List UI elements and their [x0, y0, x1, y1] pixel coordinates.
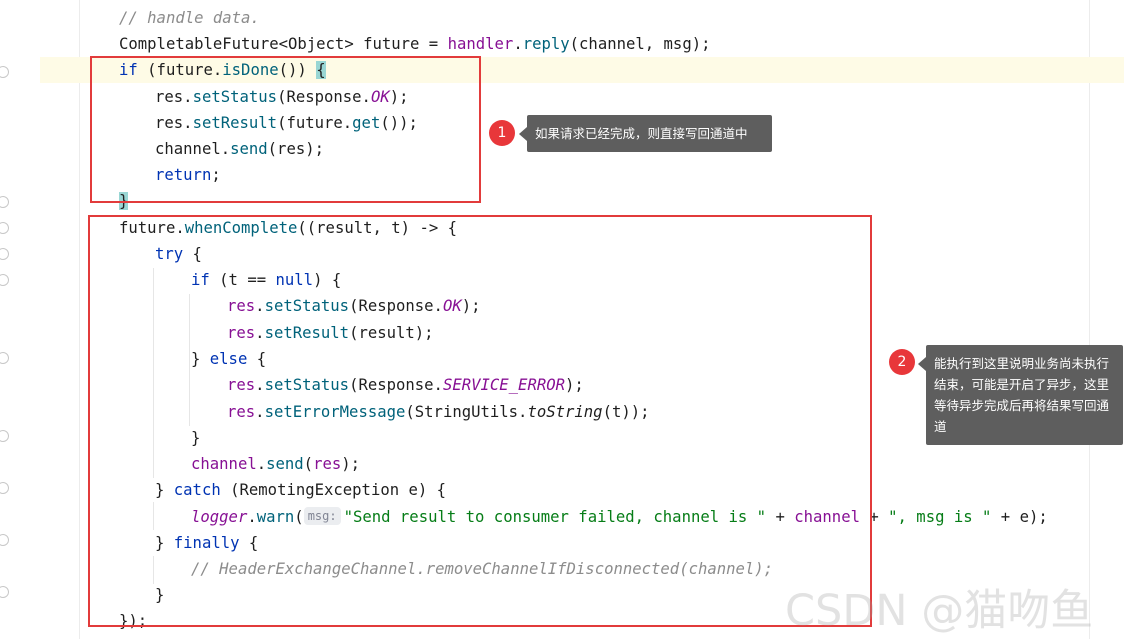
- annotation-tooltip-2: 能执行到这里说明业务尚未执行结束，可能是开启了异步，这里等待异步完成后再将结果写…: [918, 345, 1123, 445]
- fold-marker-icon[interactable]: [0, 352, 9, 364]
- fold-marker-icon[interactable]: [0, 482, 9, 494]
- watermark: CSDN @猫吻鱼: [785, 586, 1094, 636]
- annotation-tooltip-1: 如果请求已经完成，则直接写回通道中: [519, 115, 772, 152]
- fold-marker-icon[interactable]: [0, 534, 9, 546]
- fold-marker-icon[interactable]: [0, 430, 9, 442]
- code-line-2: CompletableFuture<Object> future = handl…: [119, 35, 711, 53]
- annotation-badge-2: 2: [889, 349, 915, 375]
- editor-gutter: [0, 0, 40, 639]
- fold-marker-icon[interactable]: [0, 274, 9, 286]
- fold-marker-icon[interactable]: [0, 196, 9, 208]
- fold-marker-icon[interactable]: [0, 222, 9, 234]
- fold-marker-icon[interactable]: [0, 586, 9, 598]
- annotation-box-1: [90, 56, 481, 203]
- right-margin-guide: [1089, 0, 1090, 639]
- code-line-1: // handle data.: [119, 9, 260, 27]
- fold-marker-icon[interactable]: [0, 66, 9, 78]
- fold-marker-icon[interactable]: [0, 248, 9, 260]
- indent-guide-outer: [79, 0, 80, 639]
- annotation-box-2: [88, 215, 872, 627]
- annotation-badge-1: 1: [489, 120, 515, 146]
